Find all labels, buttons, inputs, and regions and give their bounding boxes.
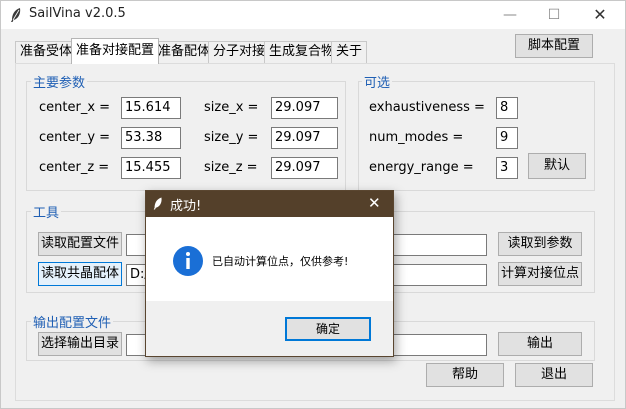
output-button[interactable]: 输出 [498,332,582,356]
energy-range-input[interactable]: 3 [496,157,518,179]
output-title: 输出配置文件 [31,312,114,331]
dialog-close-button[interactable]: ✕ [368,194,381,212]
script-config-button[interactable]: 脚本配置 [515,34,593,58]
center-x-label: center_x = [39,100,111,115]
read-cocrystal-ligand-button[interactable]: 读取共晶配体 [38,262,122,286]
dialog-footer: 确定 [146,301,393,356]
calc-docking-site-button[interactable]: 计算对接位点 [498,262,582,286]
num-modes-label: num_modes = [369,130,464,145]
size-y-label: size_y = [204,130,259,145]
main-params-title: 主要参数 [31,72,88,91]
energy-range-label: energy_range = [369,160,474,175]
center-y-input[interactable]: 53.38 [121,127,181,149]
title-bar: SailVina v2.0.5 — ☐ ✕ [1,1,625,29]
read-config-file-button[interactable]: 读取配置文件 [38,232,122,256]
read-to-params-button[interactable]: 读取到参数 [498,232,582,256]
tab-generate-complex[interactable]: 生成复合物 [264,41,340,63]
center-x-input[interactable]: 15.614 [121,97,181,119]
feather-app-icon [11,8,21,22]
main-window: SailVina v2.0.5 — ☐ ✕ 准备受体 准备对接配置 准备配体 分… [0,0,626,409]
optional-title: 可选 [362,72,393,91]
exit-button[interactable]: 退出 [515,363,593,387]
center-z-label: center_z = [39,160,110,175]
tab-molecular-docking[interactable]: 分子对接 [208,41,271,63]
tab-prepare-ligand[interactable]: 准备配体 [153,41,216,63]
select-output-dir-button[interactable]: 选择输出目录 [38,332,122,356]
dialog-title-bar: 成功! ✕ [146,191,393,217]
tab-prepare-docking-config[interactable]: 准备对接配置 [71,38,160,64]
size-z-label: size_z = [204,160,258,175]
maximize-button[interactable]: ☐ [539,3,569,27]
tab-prepare-receptor[interactable]: 准备受体 [15,41,78,63]
size-y-input[interactable]: 29.097 [271,127,338,149]
tools-title: 工具 [31,202,62,221]
help-button[interactable]: 帮助 [426,363,504,387]
window-title: SailVina v2.0.5 [29,6,126,21]
info-icon [173,246,203,276]
tab-about[interactable]: 关于 [331,41,368,63]
dialog-ok-button[interactable]: 确定 [285,317,371,341]
exhaustiveness-label: exhaustiveness = [369,100,485,115]
dialog-title: 成功! [170,199,202,214]
exhaustiveness-input[interactable]: 8 [496,97,518,119]
minimize-button[interactable]: — [495,3,525,27]
num-modes-input[interactable]: 9 [496,127,518,149]
center-y-label: center_y = [39,130,111,145]
size-x-input[interactable]: 29.097 [271,97,338,119]
close-window-button[interactable]: ✕ [585,3,615,27]
size-x-label: size_x = [204,100,259,115]
feather-icon [153,197,162,210]
center-z-input[interactable]: 15.455 [121,157,181,179]
success-dialog: 成功! ✕ 已自动计算位点，仅供参考! 确定 [145,190,394,357]
dialog-message: 已自动计算位点，仅供参考! [212,255,349,268]
size-z-input[interactable]: 29.097 [271,157,338,179]
default-button[interactable]: 默认 [528,153,586,179]
